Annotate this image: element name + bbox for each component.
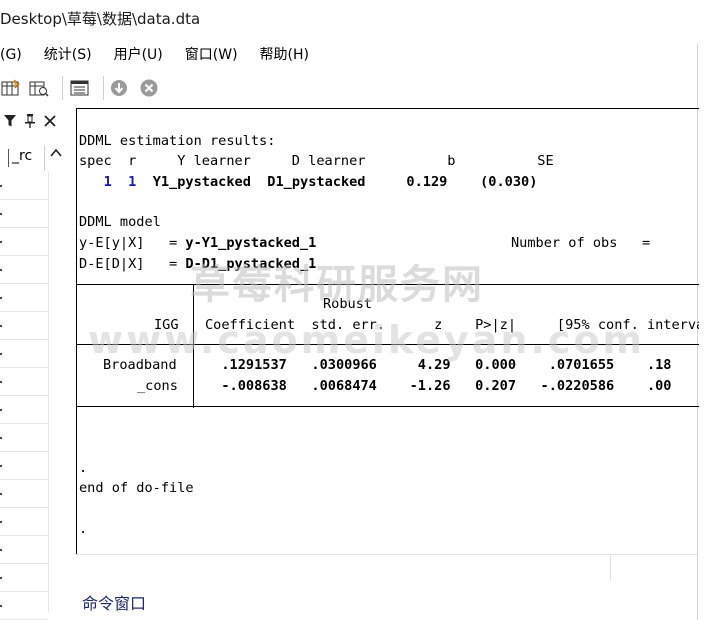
end-of-dofile: end of do-file	[79, 480, 194, 496]
variable-row[interactable]	[0, 368, 48, 396]
variable-row[interactable]	[0, 452, 48, 480]
nobs-label: Number of obs =	[511, 235, 651, 251]
menu-user[interactable]: 用户(U)	[114, 42, 163, 68]
toolbar-separator	[103, 76, 104, 100]
close-icon[interactable]	[44, 114, 56, 132]
table-row-values: -.008638 .0068474 -1.26 0.207 -.0220586 …	[205, 378, 672, 394]
variables-list	[0, 172, 48, 620]
variable-row[interactable]	[0, 508, 48, 536]
variable-row[interactable]	[0, 256, 48, 284]
column-divider	[44, 145, 45, 171]
results-column-header: spec r Y learner D learner b SE	[79, 153, 554, 169]
watermark-cn: 草莓科研服务网	[190, 262, 484, 308]
column-divider	[8, 149, 9, 167]
variable-row[interactable]	[0, 284, 48, 312]
data-editor-edit-icon[interactable]	[0, 77, 22, 99]
table-bottom-rule	[77, 406, 699, 407]
variable-row[interactable]	[0, 480, 48, 508]
column-name[interactable]: _rc	[12, 148, 32, 164]
variable-row[interactable]	[0, 536, 48, 564]
variable-row[interactable]	[0, 396, 48, 424]
variable-row[interactable]	[0, 172, 48, 200]
menubar: (G) 统计(S) 用户(U) 窗口(W) 帮助(H)	[0, 42, 331, 68]
more-icon[interactable]	[110, 77, 132, 99]
menu-help[interactable]: 帮助(H)	[260, 42, 309, 68]
variables-manager-icon[interactable]	[69, 77, 91, 99]
spec-row: 1 1 Y1_pystacked D1_pystacked 0.129 (0.0…	[103, 174, 538, 190]
variable-row[interactable]	[0, 564, 48, 592]
equation-y: y-E[y|X] = y-Y1_pystacked_1	[79, 235, 317, 251]
results-heading: DDML estimation results:	[79, 133, 276, 149]
variable-row[interactable]	[0, 424, 48, 452]
pin-icon[interactable]	[24, 114, 36, 132]
toolbar	[0, 72, 180, 104]
window-title: Desktop\草莓\数据\data.dta	[0, 10, 201, 28]
variable-row[interactable]	[0, 312, 48, 340]
filter-icon[interactable]	[4, 114, 16, 132]
results-status-strip	[74, 554, 698, 581]
break-icon[interactable]	[138, 77, 160, 99]
menu-graphics[interactable]: (G)	[0, 42, 22, 68]
prompt-dot: .	[79, 460, 88, 476]
variable-row[interactable]	[0, 228, 48, 256]
prompt-dot: .	[79, 521, 88, 537]
variables-scrollbar[interactable]	[48, 172, 67, 612]
watermark-url: www.caomeikeyan.com	[88, 318, 646, 362]
variable-row[interactable]	[0, 340, 48, 368]
data-editor-browse-icon[interactable]	[28, 77, 50, 99]
toolbar-separator	[62, 76, 63, 100]
variable-row[interactable]	[0, 592, 48, 620]
menu-statistics[interactable]: 统计(S)	[44, 42, 92, 68]
scroll-up-icon[interactable]	[50, 147, 62, 163]
table-row-name: _cons	[137, 378, 178, 394]
menu-window[interactable]: 窗口(W)	[185, 42, 238, 68]
model-label: DDML model	[79, 214, 161, 230]
variable-row[interactable]	[0, 200, 48, 228]
status-divider	[610, 555, 611, 581]
variables-column-header: _rc	[0, 145, 70, 171]
command-window-title[interactable]: 命令窗口	[82, 590, 146, 614]
